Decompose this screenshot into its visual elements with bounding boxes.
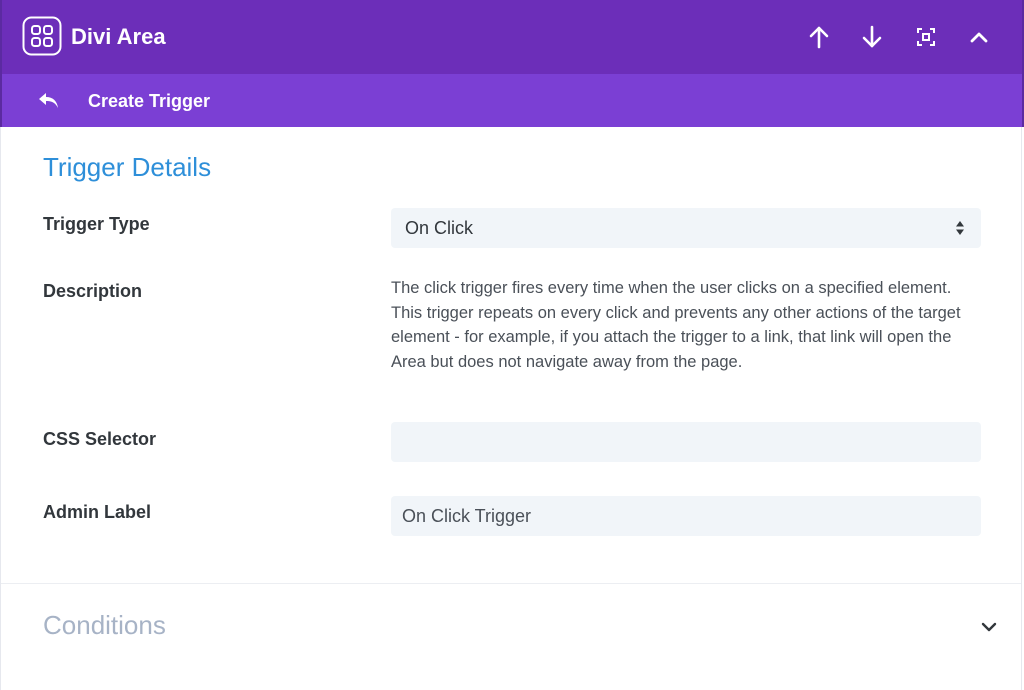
app-title: Divi Area bbox=[71, 24, 166, 49]
arrow-up-icon bbox=[809, 26, 829, 49]
conditions-heading[interactable]: Conditions bbox=[43, 609, 166, 641]
arrow-down-icon bbox=[862, 25, 882, 48]
admin-label-label: Admin Label bbox=[43, 502, 152, 522]
move-down-button[interactable] bbox=[859, 24, 885, 50]
divi-area-panel: Divi Area Create Trigger Trigger Details… bbox=[0, 0, 1024, 690]
grid-logo-icon bbox=[22, 16, 62, 56]
conditions-toggle-button[interactable] bbox=[979, 617, 999, 637]
select-arrows-icon bbox=[956, 221, 964, 235]
description-text: The click trigger fires every time when … bbox=[391, 279, 961, 371]
expand-icon bbox=[917, 28, 935, 46]
admin-label-input[interactable] bbox=[391, 496, 981, 536]
collapse-button[interactable] bbox=[966, 24, 992, 50]
sub-header: Create Trigger bbox=[0, 74, 1024, 127]
trigger-type-select[interactable]: On Click bbox=[391, 208, 981, 248]
chevron-up-icon bbox=[970, 32, 988, 43]
css-selector-label: CSS Selector bbox=[43, 429, 157, 449]
trigger-type-label: Trigger Type bbox=[43, 214, 150, 234]
page-title: Create Trigger bbox=[88, 91, 211, 111]
css-selector-input[interactable] bbox=[391, 422, 981, 462]
fullscreen-button[interactable] bbox=[913, 24, 939, 50]
back-button[interactable] bbox=[35, 90, 63, 112]
trigger-details-heading: Trigger Details bbox=[43, 152, 212, 182]
move-up-button[interactable] bbox=[806, 24, 832, 50]
panel-header: Divi Area bbox=[0, 0, 1024, 74]
description-label: Description bbox=[43, 281, 143, 301]
back-arrow-icon bbox=[39, 93, 58, 108]
section-divider bbox=[1, 583, 1021, 584]
chevron-down-icon bbox=[981, 622, 997, 632]
trigger-form: Trigger Details Trigger Type On Click De… bbox=[0, 127, 1022, 690]
trigger-type-value: On Click bbox=[405, 218, 474, 238]
